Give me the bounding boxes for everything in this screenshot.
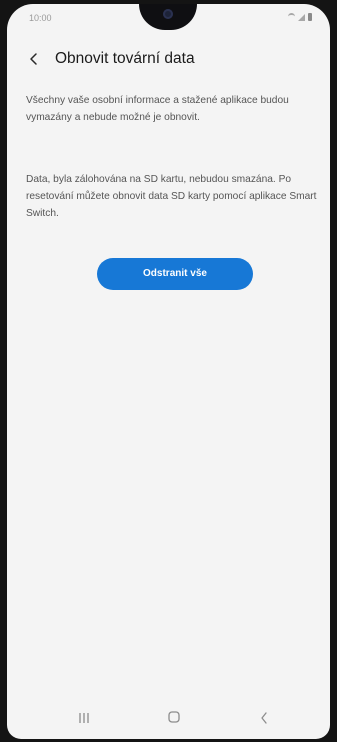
warning-text: Všechny vaše osobní informace a stažené …: [26, 95, 289, 123]
recent-apps-icon[interactable]: [77, 712, 91, 724]
sd-card-info-text: Data, byla zálohována na SD kartu, nebud…: [26, 174, 317, 219]
screen: 10:00 Obnovit tovární data Všechny vaše …: [7, 4, 330, 739]
phone-frame: 10:00 Obnovit tovární data Všechny vaše …: [0, 0, 337, 742]
status-icons: [288, 13, 312, 21]
wifi-icon: [288, 13, 295, 21]
front-camera-icon: [163, 9, 173, 19]
remove-all-button[interactable]: Odstranit vše: [97, 258, 253, 290]
page-title: Obnovit tovární data: [55, 50, 195, 67]
header: Obnovit tovární data: [7, 42, 330, 76]
battery-icon: [308, 13, 312, 21]
status-bar: 10:00: [7, 4, 330, 30]
status-time: 10:00: [29, 13, 52, 23]
home-icon[interactable]: [168, 711, 180, 723]
back-icon[interactable]: [259, 711, 269, 725]
navigation-bar: [7, 699, 330, 739]
chevron-left-icon[interactable]: [27, 52, 41, 66]
camera-notch: [139, 4, 197, 30]
signal-icon: [298, 13, 305, 21]
